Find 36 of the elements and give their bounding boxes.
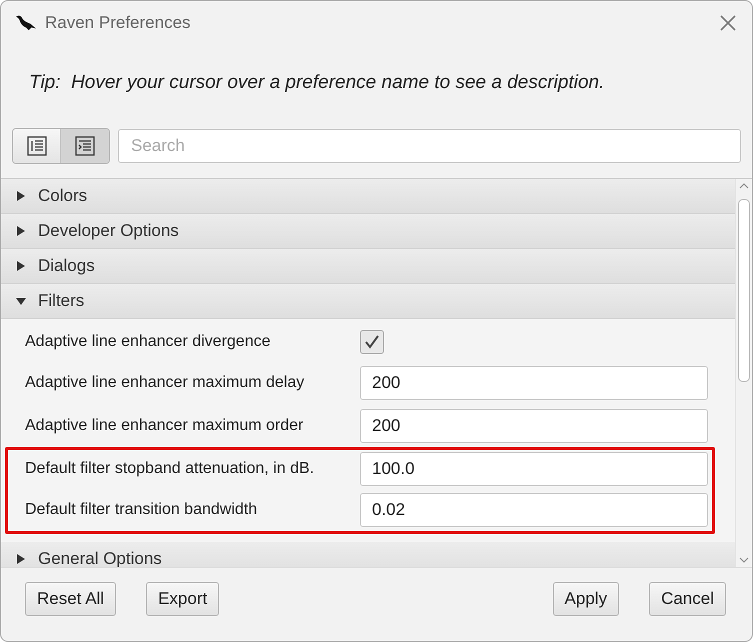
window-title: Raven Preferences bbox=[45, 13, 192, 33]
dialog-button[interactable]: Apply bbox=[552, 582, 620, 616]
expand-triangle-icon bbox=[16, 261, 26, 271]
value-field[interactable]: 200 bbox=[360, 366, 708, 400]
preference-name: Default filter transition bandwidth bbox=[25, 500, 258, 518]
section-header[interactable]: Filters bbox=[1, 284, 735, 319]
section-header[interactable]: Colors bbox=[1, 179, 735, 214]
scroll-up-icon[interactable] bbox=[739, 183, 749, 189]
section-header[interactable]: Developer Options bbox=[1, 214, 735, 249]
section-header[interactable]: Dialogs bbox=[1, 249, 735, 284]
expand-triangle-icon bbox=[16, 191, 26, 201]
list-icon bbox=[26, 135, 48, 157]
value-field[interactable]: 0.02 bbox=[360, 492, 708, 526]
preference-name: Default filter stopband attenuation, in dB. bbox=[25, 460, 316, 478]
value-field[interactable]: 100.0 bbox=[360, 452, 708, 486]
preference-name: Adaptive line enhancer divergence bbox=[25, 333, 272, 351]
scrollbar[interactable] bbox=[735, 179, 752, 567]
bird-icon bbox=[15, 13, 37, 33]
value-field[interactable]: 200 bbox=[360, 408, 708, 442]
expand-triangle-icon bbox=[16, 554, 26, 564]
dialog-button[interactable]: Cancel bbox=[649, 582, 726, 616]
checkmark-icon bbox=[363, 333, 381, 351]
indented-list-icon bbox=[74, 135, 96, 157]
tip-text: Tip: Hover your cursor over a preference name to see a description. bbox=[28, 71, 606, 95]
checkbox[interactable] bbox=[360, 330, 384, 354]
scroll-down-icon[interactable] bbox=[739, 557, 749, 563]
dialog-button[interactable]: Export bbox=[146, 582, 220, 616]
preference-name: Adaptive line enhancer maximum delay bbox=[25, 374, 306, 392]
search-field[interactable]: Search bbox=[118, 129, 741, 163]
expand-triangle-icon bbox=[16, 226, 26, 236]
dialog-button[interactable]: Reset All bbox=[25, 582, 116, 616]
preference-name: Adaptive line enhancer maximum order bbox=[25, 416, 304, 434]
view-toggle-button[interactable] bbox=[13, 129, 61, 163]
collapse-triangle-icon bbox=[16, 296, 26, 306]
close-icon[interactable] bbox=[720, 15, 736, 31]
view-toggle-button[interactable] bbox=[61, 129, 109, 163]
